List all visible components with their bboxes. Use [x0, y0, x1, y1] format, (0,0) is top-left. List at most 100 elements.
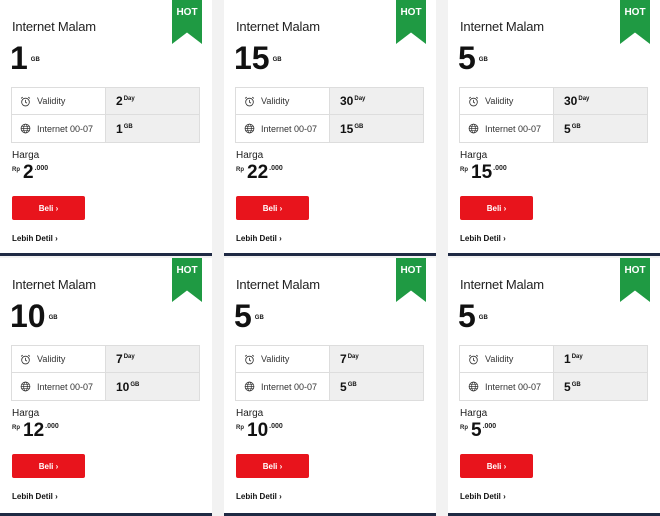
- package-title: Internet Malam: [236, 19, 320, 34]
- globe-icon: [468, 123, 479, 134]
- hot-label: HOT: [176, 265, 198, 276]
- internet-row: Internet 00-07 5 GB: [236, 373, 423, 400]
- package-card-1: HOT Internet Malam 1 GB Validity 2 Day Int…: [0, 0, 212, 256]
- internet-unit: GB: [123, 123, 133, 130]
- quota-unit: GB: [48, 315, 58, 321]
- package-grid: HOT Internet Malam 1 GB Validity 2 Day Int…: [0, 0, 660, 516]
- validity-label: Validity: [485, 96, 514, 106]
- validity-value: 7: [340, 352, 347, 366]
- internet-label: Internet 00-07: [37, 123, 94, 134]
- alarm-clock-icon: [468, 354, 479, 364]
- validity-label: Validity: [37, 96, 66, 106]
- validity-value: 1: [564, 352, 571, 366]
- validity-label: Validity: [485, 354, 514, 364]
- validity-value: 2: [116, 94, 123, 108]
- package-quota: 5 GB: [234, 296, 264, 336]
- internet-unit: GB: [571, 381, 581, 388]
- quota-unit: GB: [272, 57, 282, 63]
- package-title: Internet Malam: [460, 19, 544, 34]
- quota-value: 10: [10, 298, 46, 334]
- package-price: Rp 22 .000: [236, 163, 283, 183]
- quota-value: 1: [10, 40, 28, 76]
- quota-unit: GB: [478, 315, 488, 321]
- validity-unit: Day: [123, 96, 135, 102]
- hot-ribbon: HOT: [172, 0, 202, 44]
- package-price: Rp 15 .000: [460, 163, 507, 183]
- package-price: Rp 12 .000: [12, 421, 59, 441]
- buy-button[interactable]: Beli ›: [236, 196, 309, 220]
- validity-row: Validity 1 Day: [460, 346, 647, 373]
- alarm-clock-icon: [20, 354, 31, 364]
- quota-value: 5: [458, 298, 476, 334]
- package-card-4: HOT Internet Malam 10 GB Validity 7 Day In…: [0, 258, 212, 516]
- hot-label: HOT: [624, 265, 646, 276]
- package-quota: 5 GB: [458, 296, 488, 336]
- hot-label: HOT: [400, 265, 422, 276]
- currency-label: Rp: [460, 167, 468, 173]
- package-card-5: HOT Internet Malam 5 GB Validity 7 Day Int…: [224, 258, 436, 516]
- quota-unit: GB: [254, 315, 264, 321]
- currency-label: Rp: [12, 425, 20, 431]
- harga-label: Harga: [236, 150, 264, 161]
- internet-unit: GB: [130, 381, 140, 388]
- package-quota: 1 GB: [10, 38, 40, 78]
- price-amount: 22: [247, 162, 269, 183]
- globe-icon: [244, 123, 255, 134]
- package-card-6: HOT Internet Malam 5 GB Validity 1 Day Int…: [448, 258, 660, 516]
- package-title: Internet Malam: [12, 19, 96, 34]
- price-amount: 5: [471, 420, 482, 441]
- harga-label: Harga: [12, 150, 40, 161]
- package-details-table: Validity 30 Day Internet 00-07 15 GB: [235, 87, 424, 143]
- quota-unit: GB: [30, 57, 40, 63]
- package-details-table: Validity 7 Day Internet 00-07 5 GB: [235, 345, 424, 401]
- price-amount: 10: [247, 420, 269, 441]
- internet-row: Internet 00-07 5 GB: [460, 115, 647, 142]
- internet-label: Internet 00-07: [485, 381, 542, 392]
- details-link[interactable]: Lebih Detil ›: [12, 492, 58, 501]
- hot-label: HOT: [624, 7, 646, 18]
- buy-button[interactable]: Beli ›: [460, 196, 533, 220]
- hot-ribbon: HOT: [396, 258, 426, 302]
- price-amount: 2: [23, 162, 34, 183]
- globe-icon: [20, 123, 31, 134]
- internet-row: Internet 00-07 1 GB: [12, 115, 199, 142]
- hot-ribbon: HOT: [620, 258, 650, 302]
- details-link[interactable]: Lebih Detil ›: [12, 234, 58, 243]
- price-amount: 12: [23, 420, 45, 441]
- buy-button[interactable]: Beli ›: [236, 454, 309, 478]
- details-link[interactable]: Lebih Detil ›: [460, 492, 506, 501]
- internet-unit: GB: [571, 123, 581, 130]
- validity-value: 30: [564, 94, 578, 108]
- buy-button[interactable]: Beli ›: [12, 196, 85, 220]
- buy-button[interactable]: Beli ›: [460, 454, 533, 478]
- globe-icon: [244, 381, 255, 392]
- internet-value: 1: [116, 121, 123, 136]
- package-details-table: Validity 2 Day Internet 00-07 1 GB: [11, 87, 200, 143]
- internet-row: Internet 00-07 5 GB: [460, 373, 647, 400]
- internet-value: 5: [564, 379, 571, 394]
- validity-unit: Day: [123, 354, 135, 360]
- validity-row: Validity 30 Day: [460, 88, 647, 115]
- details-link[interactable]: Lebih Detil ›: [236, 234, 282, 243]
- validity-row: Validity 7 Day: [12, 346, 199, 373]
- validity-unit: Day: [347, 354, 359, 360]
- package-quota: 10 GB: [10, 296, 58, 336]
- buy-button[interactable]: Beli ›: [12, 454, 85, 478]
- internet-label: Internet 00-07: [261, 123, 318, 134]
- validity-label: Validity: [261, 354, 290, 364]
- harga-label: Harga: [460, 408, 488, 419]
- internet-label: Internet 00-07: [261, 381, 318, 392]
- validity-label: Validity: [37, 354, 66, 364]
- package-details-table: Validity 1 Day Internet 00-07 5 GB: [459, 345, 648, 401]
- package-price: Rp 5 .000: [460, 421, 496, 441]
- hot-ribbon: HOT: [172, 258, 202, 302]
- details-link[interactable]: Lebih Detil ›: [236, 492, 282, 501]
- internet-value: 10: [116, 379, 130, 394]
- currency-label: Rp: [12, 167, 20, 173]
- currency-label: Rp: [236, 167, 244, 173]
- currency-label: Rp: [236, 425, 244, 431]
- validity-row: Validity 7 Day: [236, 346, 423, 373]
- details-link[interactable]: Lebih Detil ›: [460, 234, 506, 243]
- price-decimals: .000: [45, 423, 59, 430]
- package-title: Internet Malam: [236, 277, 320, 292]
